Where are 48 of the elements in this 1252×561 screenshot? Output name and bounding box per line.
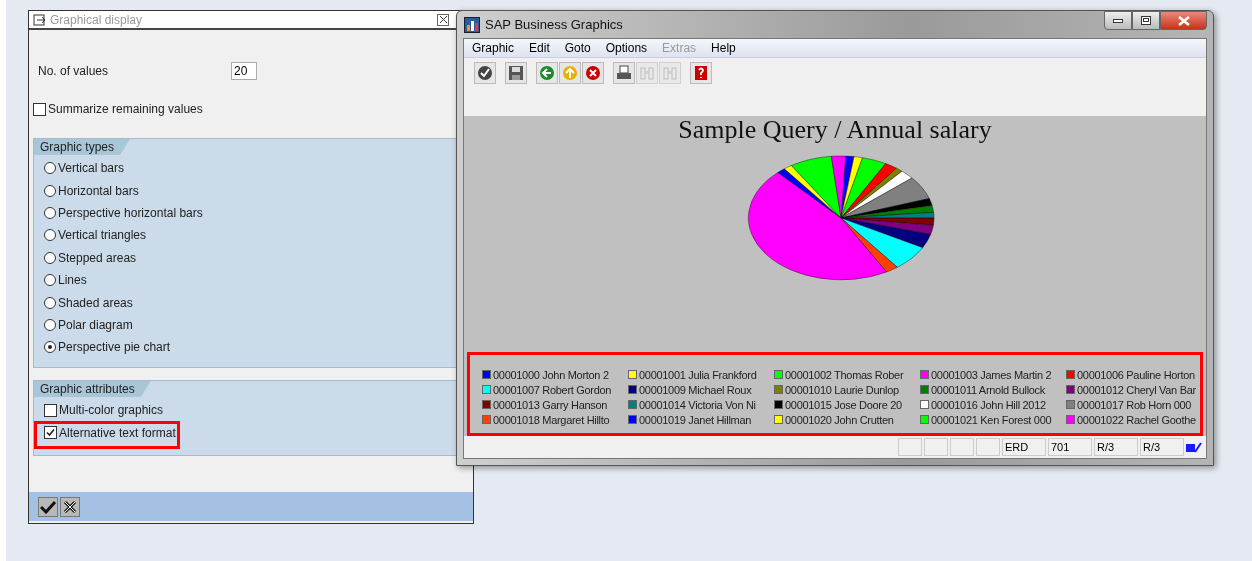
chart-title: Sample Query / Annual salary [678,115,992,145]
legend-label: 00001022 Rachel Goothe [1077,413,1196,426]
option-label: Lines [58,273,87,288]
legend-label: 00001013 Garry Hanson [493,398,608,411]
legend-label: 00001006 Pauline Horton [1077,368,1195,381]
group-title: Graphic types [34,139,131,155]
window-title: SAP Business Graphics [485,17,624,32]
legend-label: 00001002 Thomas Rober [785,368,904,381]
legend-label: 00001010 Laurie Dunlop [785,383,899,396]
field-label: No. of values [38,64,110,78]
menu-item[interactable]: Edit [529,41,550,55]
legend-label: 00001007 Robert Gordon [493,383,612,396]
option-label: Horizontal bars [58,183,139,198]
option-label: Vertical triangles [58,228,147,243]
status-field: R/3 [1140,438,1184,456]
legend-label: 00001017 Rob Horn 000 [1077,398,1192,411]
option-label: Alternative text format [59,426,176,440]
status-field: ERD [1002,438,1046,456]
legend-label: 00001018 Margaret Hillto [493,413,610,426]
dialog-title: Graphical display [50,12,144,27]
legend-label: 00001019 Janet Hillman [639,413,752,426]
option-label: Multi-color graphics [59,403,164,417]
option-label: Summarize remaining values [48,102,203,116]
option-label: Polar diagram [58,317,133,332]
menu-item[interactable]: Help [711,41,736,55]
legend-label: 00001011 Arnold Bullock [931,383,1045,396]
legend-label: 00001014 Victoria Von Ni [639,398,756,411]
legend-label: 00001021 Ken Forest 000 [931,413,1052,426]
legend-label: 00001000 John Morton 2 [493,368,609,381]
group-title: Graphic attributes [34,381,151,397]
option-label: Stepped areas [58,250,137,265]
menu-item[interactable]: Options [605,41,648,55]
menu-item[interactable]: Goto [564,41,591,55]
option-label: Shaded areas [58,295,133,310]
menu-item[interactable]: Graphic [472,41,515,55]
legend-label: 00001003 James Martin 2 [931,368,1052,381]
legend-label: 00001012 Cheryl Van Bar [1077,383,1196,396]
legend-label: 00001009 Michael Roux [639,383,752,396]
option-label: Perspective horizontal bars [58,205,203,220]
input-field[interactable]: 20 [231,62,257,80]
legend-label: 00001015 Jose Doore 20 [785,398,902,411]
legend-label: 00001016 John Hill 2012 [931,398,1046,411]
option-label: Perspective pie chart [58,340,171,355]
status-field: 701 [1048,438,1092,456]
option-label: Vertical bars [58,161,125,176]
status-field: R/3 [1094,438,1138,456]
legend-label: 00001001 Julia Frankford [639,368,757,381]
legend-label: 00001020 John Crutten [785,413,894,426]
